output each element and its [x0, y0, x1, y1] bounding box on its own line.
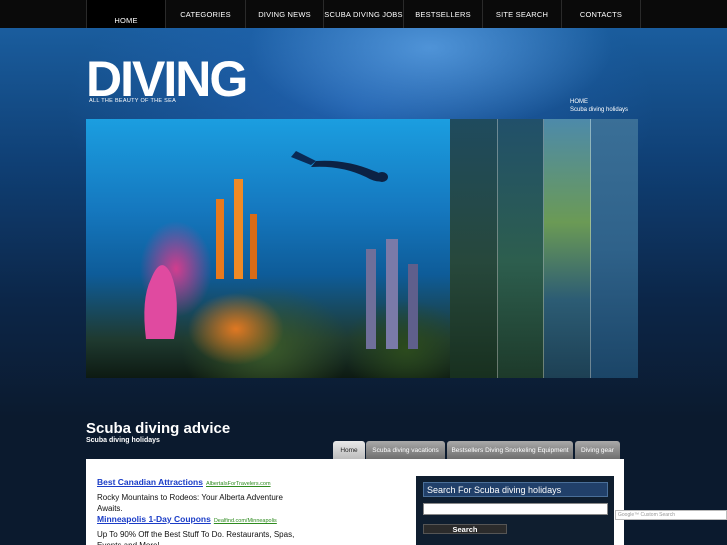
- diver-illustration: [291, 151, 388, 182]
- tab-diving-gear[interactable]: Diving gear: [575, 441, 620, 459]
- tab-scuba-diving-vacations[interactable]: Scuba diving vacations: [366, 441, 445, 459]
- gallery-divider: [590, 119, 591, 378]
- search-heading: Search For Scuba diving holidays: [423, 482, 608, 497]
- tab-home[interactable]: Home: [333, 441, 365, 459]
- nav-item-scuba-diving-jobs[interactable]: SCUBA DIVING JOBS: [323, 0, 403, 28]
- ad-url-link[interactable]: AlbertaIsForTravelers.com: [206, 481, 271, 487]
- coral-orange-graphic: [216, 179, 257, 279]
- ad-title-link[interactable]: Best Canadian Attractions: [97, 477, 203, 487]
- coral-purple-graphic: [366, 239, 418, 349]
- top-nav: HOME CATEGORIES DIVING NEWS SCUBA DIVING…: [0, 0, 727, 41]
- search-panel: Search For Scuba diving holidays Search: [416, 476, 614, 545]
- ad-title-link[interactable]: Minneapolis 1-Day Coupons: [97, 514, 211, 524]
- gallery-divider: [497, 119, 498, 378]
- site-tagline: ALL THE BEAUTY OF THE SEA: [89, 98, 177, 104]
- gallery-thumbnail-1[interactable]: [450, 119, 498, 378]
- breadcrumb-home[interactable]: HOME: [570, 98, 628, 106]
- nav-item-categories[interactable]: CATEGORIES: [165, 0, 245, 28]
- page-title: Scuba diving advice: [86, 420, 231, 437]
- page-subtitle: Scuba diving holidays: [86, 437, 160, 444]
- gallery-divider: [543, 119, 544, 378]
- breadcrumb: HOME Scuba diving holidays: [570, 98, 628, 114]
- nav-item-diving-news[interactable]: DIVING NEWS: [245, 0, 323, 28]
- ad-description: Up To 90% Off the Best Stuff To Do. Rest…: [97, 530, 295, 545]
- gallery-thumbnail-3[interactable]: [544, 119, 591, 378]
- site-logo[interactable]: DIVING: [86, 54, 248, 104]
- gallery-thumbnail-4[interactable]: [591, 119, 638, 378]
- google-custom-search-input[interactable]: Google™ Custom Search: [615, 510, 727, 520]
- ad-url-link[interactable]: Dealfind.com/Minneapolis: [214, 518, 277, 524]
- nav-item-site-search[interactable]: SITE SEARCH: [482, 0, 561, 28]
- ad-item: Best Canadian Attractions AlbertaIsForTra…: [97, 472, 297, 514]
- search-button[interactable]: Search: [423, 524, 507, 534]
- coral-pink-graphic: [144, 265, 177, 339]
- breadcrumb-current: Scuba diving holidays: [570, 107, 629, 113]
- hero-reef-photo: [86, 119, 450, 378]
- nav-item-bestsellers[interactable]: BESTSELLERS: [403, 0, 482, 28]
- tab-bestsellers-equipment[interactable]: Bestsellers Diving Snorkeling Equipment: [447, 441, 573, 459]
- gallery-thumbnail-2[interactable]: [498, 119, 544, 378]
- nav-item-contacts[interactable]: CONTACTS: [561, 0, 641, 28]
- ad-item: Minneapolis 1-Day Coupons Dealfind.com/Mi…: [97, 509, 297, 545]
- search-input[interactable]: [423, 503, 608, 515]
